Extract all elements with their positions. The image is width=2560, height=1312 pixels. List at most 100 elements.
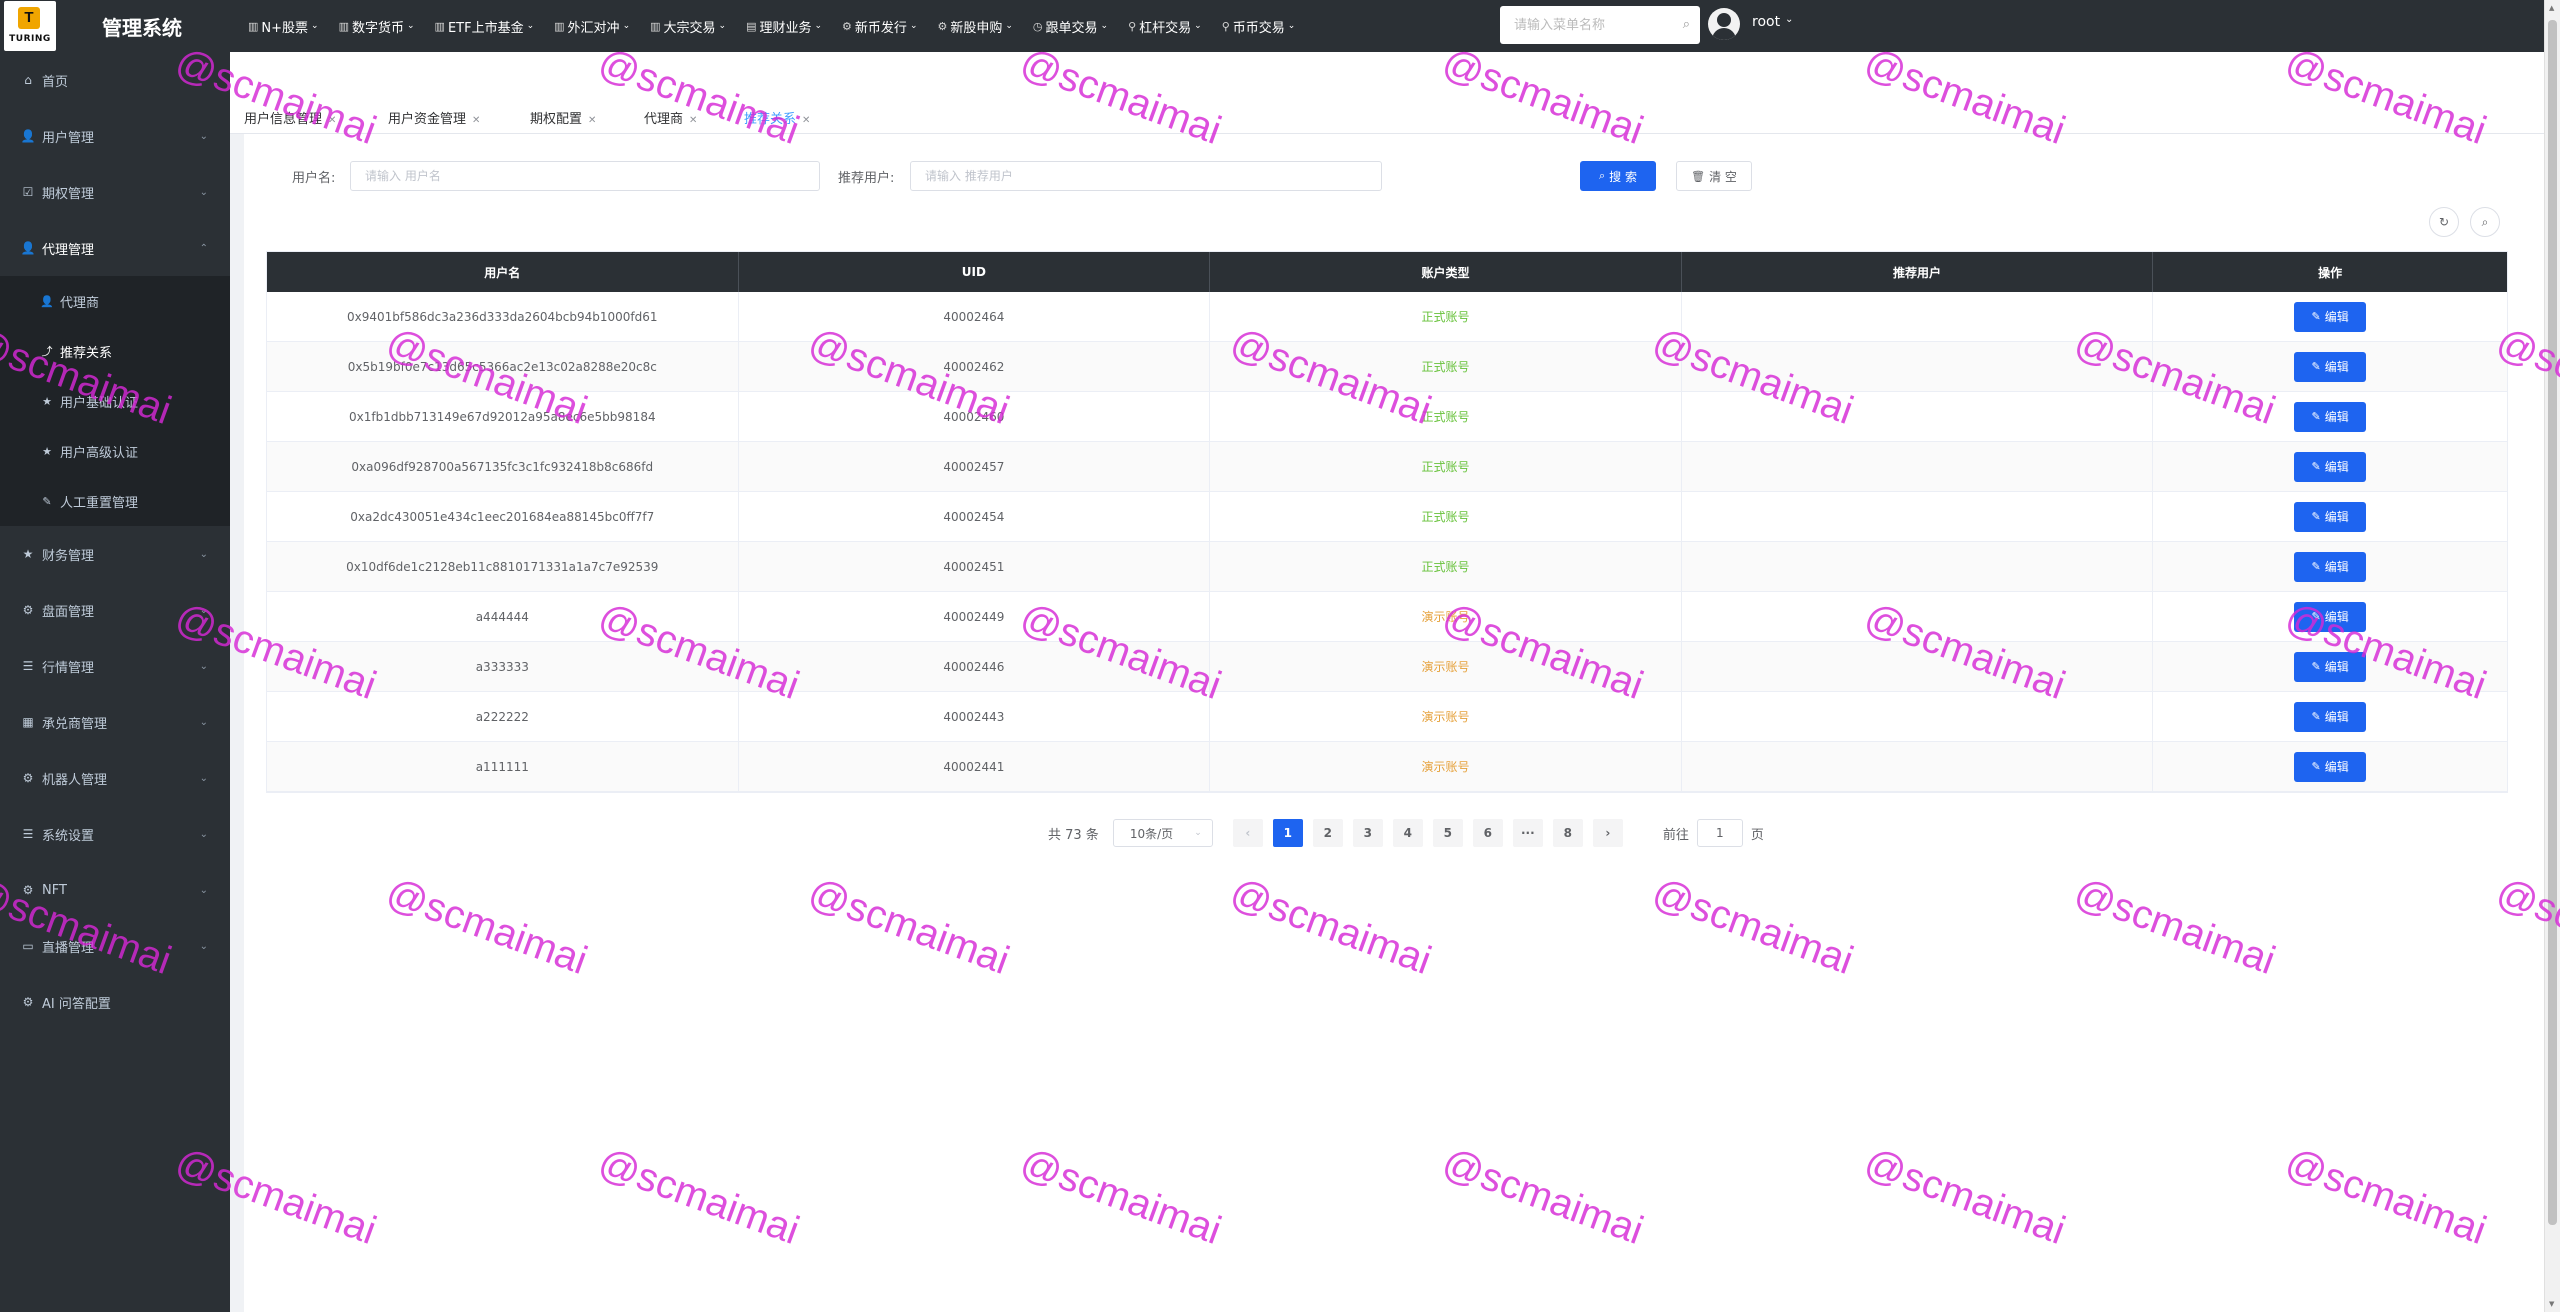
tab-3[interactable]: 代理商 ✕ bbox=[644, 108, 697, 127]
scroll-thumb[interactable] bbox=[2548, 20, 2557, 1225]
tab-0[interactable]: 用户信息管理 ✕ bbox=[244, 108, 336, 127]
topnav-item-4[interactable]: ▥ 大宗交易 ⌄ bbox=[650, 17, 726, 36]
edit-button[interactable]: ✎ 编辑 bbox=[2294, 651, 2367, 682]
reset-button[interactable]: 🗑 清 空 bbox=[1676, 161, 1752, 191]
page-scrollbar[interactable]: ▲ ▼ bbox=[2544, 0, 2560, 1312]
sidebar-item-8[interactable]: ⚙ 机器人管理 ⌄ bbox=[0, 750, 230, 806]
username-input[interactable] bbox=[350, 161, 820, 191]
chevron-icon: ⌄ bbox=[199, 548, 208, 560]
tab-label: 用户资金管理 bbox=[388, 112, 467, 127]
edit-button[interactable]: ✎ 编辑 bbox=[2294, 451, 2367, 482]
topnav-item-1[interactable]: ▥ 数字货币 ⌄ bbox=[339, 17, 415, 36]
topnav-item-5[interactable]: ▤ 理财业务 ⌄ bbox=[746, 17, 822, 36]
chevron-icon: ⌄ bbox=[199, 772, 208, 784]
sidebar-subitem-4[interactable]: ✎ 人工重置管理 bbox=[0, 476, 230, 526]
topnav-label: N+股票 bbox=[261, 20, 309, 36]
menu-search-input[interactable] bbox=[1500, 6, 1670, 44]
sidebar-item-10[interactable]: ⚙ NFT ⌄ bbox=[0, 862, 230, 918]
cell-actions: ✎ 编辑 bbox=[2153, 392, 2507, 441]
sidebar-item-6[interactable]: ☰ 行情管理 ⌄ bbox=[0, 638, 230, 694]
sidebar-item-3[interactable]: 👤 代理管理 ⌃ bbox=[0, 220, 230, 276]
table-row: 0xa2dc430051e434c1eec201684ea88145bc0ff7… bbox=[267, 492, 2507, 542]
topnav-item-7[interactable]: ⚙ 新股申购 ⌄ bbox=[937, 17, 1012, 36]
sidebar-item-4[interactable]: ★ 财务管理 ⌄ bbox=[0, 526, 230, 582]
sidebar-item-label: 盘面管理 bbox=[42, 604, 95, 620]
page-button[interactable]: 6 bbox=[1472, 819, 1503, 847]
prev-page-button[interactable]: ‹ bbox=[1232, 819, 1263, 847]
edit-button[interactable]: ✎ 编辑 bbox=[2294, 751, 2367, 782]
page-button[interactable]: 4 bbox=[1392, 819, 1423, 847]
page-button[interactable]: 1 bbox=[1272, 819, 1303, 847]
edit-button[interactable]: ✎ 编辑 bbox=[2294, 351, 2367, 382]
goto-page-input[interactable] bbox=[1696, 819, 1743, 847]
close-icon[interactable]: ✕ bbox=[588, 115, 596, 126]
page-button[interactable]: 8 bbox=[1552, 819, 1583, 847]
topnav-item-2[interactable]: ▥ ETF上市基金 ⌄ bbox=[435, 17, 535, 36]
topnav-item-9[interactable]: ⚲ 杠杆交易 ⌄ bbox=[1128, 17, 1202, 36]
edit-button[interactable]: ✎ 编辑 bbox=[2294, 401, 2367, 432]
scroll-up-icon[interactable]: ▲ bbox=[2549, 4, 2554, 12]
next-page-button[interactable]: › bbox=[1592, 819, 1623, 847]
topnav-item-0[interactable]: ▥ N+股票 ⌄ bbox=[248, 17, 319, 36]
sidebar-item-0[interactable]: ⌂ 首页 bbox=[0, 52, 230, 108]
topnav-item-10[interactable]: ⚲ 币币交易 ⌄ bbox=[1222, 17, 1296, 36]
sidebar: ⌂ 首页 👤 用户管理 ⌄ ☑ 期权管理 ⌄ 👤 代理管理 ⌃ 👤 代理商 ⤴ 推荐关系 ★ 用户基础认证 ★ 用户… bbox=[0, 52, 230, 1312]
toggle-search-button[interactable]: ⌕ bbox=[2470, 207, 2500, 237]
user-name[interactable]: root bbox=[1752, 14, 1780, 30]
cell-actions: ✎ 编辑 bbox=[2153, 642, 2507, 691]
page-size-select[interactable]: 10条/页 ⌄ bbox=[1112, 819, 1213, 847]
chevron-down-icon[interactable]: ⌄ bbox=[1785, 14, 1793, 25]
trash-icon: 🗑 bbox=[1691, 169, 1706, 183]
cell-account-type: 正式账号 bbox=[1210, 292, 1682, 341]
page-unit-label: 页 bbox=[1750, 827, 1764, 843]
page-button[interactable]: 2 bbox=[1312, 819, 1343, 847]
referrer-input[interactable] bbox=[910, 161, 1382, 191]
sidebar-item-5[interactable]: ⚙ 盘面管理 ⌄ bbox=[0, 582, 230, 638]
close-icon[interactable]: ✕ bbox=[472, 115, 480, 126]
edit-button[interactable]: ✎ 编辑 bbox=[2294, 601, 2367, 632]
refresh-button[interactable]: ↻ bbox=[2429, 207, 2459, 237]
sidebar-item-7[interactable]: ▦ 承兑商管理 ⌄ bbox=[0, 694, 230, 750]
page-button[interactable]: 5 bbox=[1432, 819, 1463, 847]
edit-button[interactable]: ✎ 编辑 bbox=[2294, 501, 2367, 532]
sidebar-item-12[interactable]: ⚙ AI 问答配置 bbox=[0, 974, 230, 1030]
topnav-item-6[interactable]: ⚙ 新币发行 ⌄ bbox=[842, 17, 917, 36]
page-button[interactable]: ··· bbox=[1512, 819, 1543, 847]
table-body: 0x9401bf586dc3a236d333da2604bcb94b1000fd… bbox=[267, 292, 2507, 792]
topnav-item-8[interactable]: ◷ 跟单交易 ⌄ bbox=[1033, 17, 1108, 36]
close-icon[interactable]: ✕ bbox=[802, 115, 810, 126]
edit-button[interactable]: ✎ 编辑 bbox=[2294, 301, 2367, 332]
topnav-label: 新股申购 bbox=[950, 20, 1003, 36]
cell-account-type: 正式账号 bbox=[1210, 392, 1682, 441]
edit-button[interactable]: ✎ 编辑 bbox=[2294, 551, 2367, 582]
sidebar-item-11[interactable]: ▭ 直播管理 ⌄ bbox=[0, 918, 230, 974]
edit-button-label: 编辑 bbox=[2324, 610, 2349, 624]
page-button[interactable]: 3 bbox=[1352, 819, 1383, 847]
tab-2[interactable]: 期权配置 ✕ bbox=[530, 108, 596, 127]
table-row: a222222 40002443 演示账号 ✎ 编辑 bbox=[267, 692, 2507, 742]
scroll-down-icon[interactable]: ▼ bbox=[2549, 1300, 2554, 1308]
topnav-item-3[interactable]: ▥ 外汇对冲 ⌄ bbox=[554, 17, 630, 36]
close-icon[interactable]: ✕ bbox=[328, 115, 336, 126]
top-nav: ▥ N+股票 ⌄ ▥ 数字货币 ⌄ ▥ ETF上市基金 ⌄ ▥ 外汇对冲 ⌄ ▥ 大宗交易 ⌄ ▤ 理财业务 ⌄ ⚙… bbox=[248, 0, 1315, 52]
sidebar-item-1[interactable]: 👤 用户管理 ⌄ bbox=[0, 108, 230, 164]
sidebar-subitem-0[interactable]: 👤 代理商 bbox=[0, 276, 230, 326]
cell-account-type: 演示账号 bbox=[1210, 642, 1682, 691]
close-icon[interactable]: ✕ bbox=[689, 115, 697, 126]
tab-1[interactable]: 用户资金管理 ✕ bbox=[388, 108, 480, 127]
avatar[interactable] bbox=[1708, 8, 1740, 40]
app-title: 管理系统 bbox=[102, 16, 182, 40]
sidebar-item-2[interactable]: ☑ 期权管理 ⌄ bbox=[0, 164, 230, 220]
edit-button[interactable]: ✎ 编辑 bbox=[2294, 701, 2367, 732]
sidebar-subitem-3[interactable]: ★ 用户高级认证 bbox=[0, 426, 230, 476]
sidebar-subitem-2[interactable]: ★ 用户基础认证 bbox=[0, 376, 230, 426]
logo-mark: T bbox=[18, 7, 40, 29]
sidebar-item-9[interactable]: ☰ 系统设置 ⌄ bbox=[0, 806, 230, 862]
sidebar-subitem-label: 推荐关系 bbox=[60, 345, 113, 361]
menu-search[interactable]: ⌕ bbox=[1500, 6, 1700, 44]
video-icon: ▭ bbox=[22, 939, 34, 953]
search-button[interactable]: ⌕ 搜 索 bbox=[1580, 161, 1656, 191]
tab-4[interactable]: 推荐关系 ✕ bbox=[744, 108, 810, 127]
pagination: 共 73 条 10条/页 ⌄ ‹ 123456 ··· 8 › 前往 页 bbox=[1048, 819, 1764, 847]
sidebar-subitem-1[interactable]: ⤴ 推荐关系 bbox=[0, 326, 230, 376]
